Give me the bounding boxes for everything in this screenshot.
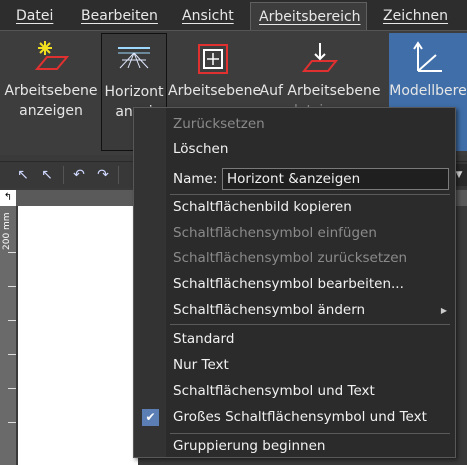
ruler-origin-icon[interactable]: ↰ bbox=[0, 190, 16, 206]
workplane-label-1: Arbeitsebene bbox=[168, 83, 262, 99]
select-arrow-icon[interactable]: ↖ bbox=[14, 166, 32, 184]
menu-item-standard[interactable]: Standard bbox=[173, 327, 234, 351]
menu-item-paste-button-symbol[interactable]: Schaltflächensymbol einfügen bbox=[173, 221, 377, 245]
menu-tab-arbeitsbereich[interactable]: Arbeitsbereich bbox=[250, 2, 367, 30]
menu-item-change-button-symbol[interactable]: Schaltflächensymbol ändern bbox=[173, 298, 443, 322]
place-on-workplane-icon bbox=[301, 43, 339, 72]
checkmark-icon: ✔ bbox=[142, 409, 159, 426]
show-workplane-label-1: Arbeitsebene bbox=[4, 83, 98, 99]
select-node-icon[interactable]: ↖ bbox=[38, 166, 56, 184]
drawing-canvas[interactable] bbox=[18, 206, 138, 465]
menu-tab-zeichnen[interactable]: Zeichnen bbox=[375, 2, 456, 30]
menu-tab-ansicht[interactable]: Ansicht bbox=[174, 2, 242, 30]
show-workplane-label-2: anzeigen bbox=[19, 103, 83, 119]
submenu-arrow-icon: ▶ bbox=[440, 306, 447, 315]
undo-icon[interactable]: ↶ bbox=[70, 166, 88, 184]
toolbar-separator bbox=[63, 166, 64, 184]
menu-bar: Datei Bearbeiten Ansicht Arbeitsbereich … bbox=[0, 0, 467, 31]
context-menu-gutter bbox=[134, 108, 166, 457]
ruler-tick bbox=[8, 388, 16, 389]
menu-item-symbol-and-text[interactable]: Schaltflächensymbol und Text bbox=[173, 379, 375, 403]
menu-tab-datei[interactable]: Datei bbox=[8, 2, 61, 30]
menu-item-large-symbol-and-text[interactable]: Großes Schaltflächensymbol und Text bbox=[173, 405, 427, 429]
horizon-icon bbox=[118, 47, 150, 69]
menu-item-edit-button-symbol[interactable]: Schaltflächensymbol bearbeiten... bbox=[173, 272, 404, 296]
menu-item-delete[interactable]: Löschen bbox=[173, 137, 228, 161]
menu-item-change-button-symbol-label: Schaltflächensymbol ändern bbox=[173, 302, 366, 318]
workplane-show-icon bbox=[34, 41, 70, 70]
place-on-workplane-label-1: Auf Arbeitsebene bbox=[259, 83, 381, 99]
ruler-tick bbox=[8, 252, 16, 253]
menu-tab-bearbeiten[interactable]: Bearbeiten bbox=[73, 2, 166, 30]
context-menu: Zurücksetzen Löschen Name: Schaltflächen… bbox=[133, 107, 456, 458]
show-horizon-label-1: Horizont bbox=[104, 84, 164, 100]
name-input[interactable] bbox=[222, 168, 449, 190]
ruler-tick bbox=[8, 354, 16, 355]
menu-item-copy-button-image[interactable]: Schaltflächenbild kopieren bbox=[173, 195, 352, 219]
workplane-target-icon bbox=[198, 44, 228, 74]
menu-separator bbox=[170, 324, 450, 325]
name-field-label: Name: bbox=[173, 171, 218, 187]
menu-item-begin-group[interactable]: Gruppierung beginnen bbox=[173, 434, 325, 458]
toolbar-separator bbox=[118, 166, 119, 184]
ruler-tick bbox=[8, 286, 16, 287]
ruler-tick bbox=[8, 320, 16, 321]
model-axes-icon bbox=[413, 41, 442, 72]
redo-icon[interactable]: ↷ bbox=[94, 166, 112, 184]
menu-item-reset[interactable]: Zurücksetzen bbox=[173, 112, 265, 136]
model-area-label-1: Modellbere bbox=[389, 83, 467, 99]
ruler-tick bbox=[8, 422, 16, 423]
show-workplane-button[interactable]: Arbeitsebene anzeigen bbox=[4, 33, 98, 151]
vertical-ruler-label: 200 mm bbox=[2, 212, 12, 250]
menu-item-reset-button-symbol[interactable]: Schaltflächensymbol zurücksetzen bbox=[173, 246, 407, 270]
menu-item-text-only[interactable]: Nur Text bbox=[173, 353, 229, 377]
